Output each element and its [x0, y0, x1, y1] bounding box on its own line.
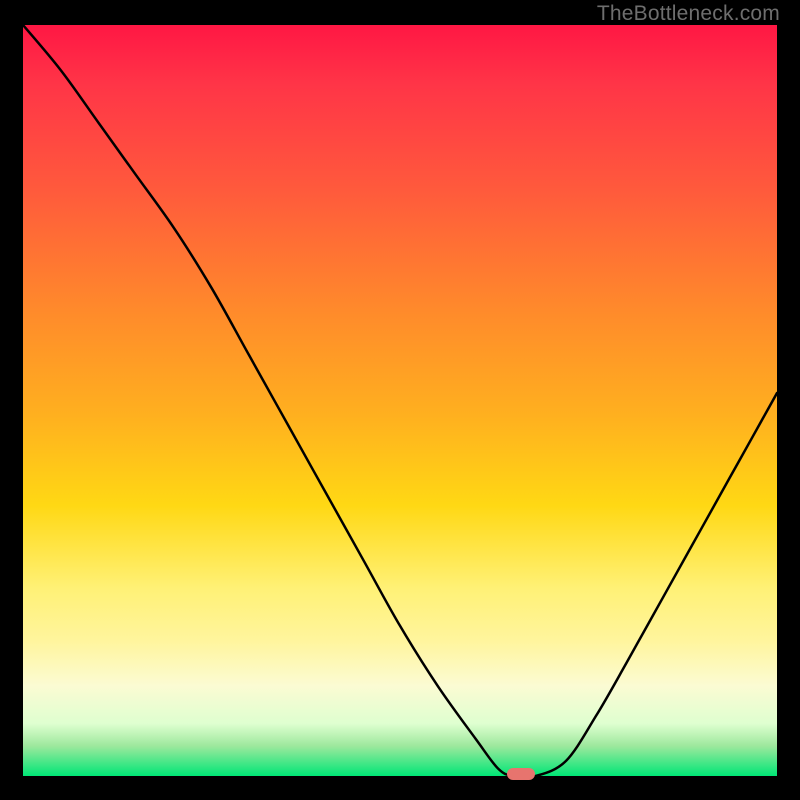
- bottleneck-curve: [23, 25, 777, 776]
- watermark-text: TheBottleneck.com: [597, 2, 780, 26]
- chart-container: TheBottleneck.com: [0, 0, 800, 800]
- optimal-marker: [507, 768, 535, 780]
